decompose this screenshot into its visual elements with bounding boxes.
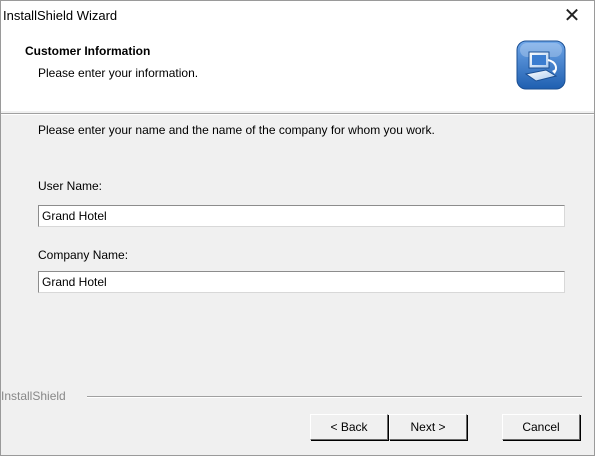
back-button[interactable]: < Back [310,414,388,440]
installshield-wizard-window: InstallShield Wizard ✕ Customer Informat… [0,0,595,456]
instructions-text: Please enter your name and the name of t… [38,123,435,137]
user-name-label: User Name: [38,179,103,193]
title-bar: InstallShield Wizard ✕ [1,1,594,31]
header-divider [1,113,594,115]
page-subtitle: Please enter your information. [38,66,199,80]
window-title: InstallShield Wizard [3,8,118,23]
company-name-field[interactable] [38,271,565,293]
cancel-button[interactable]: Cancel [502,414,580,440]
next-button[interactable]: Next > [389,414,467,440]
user-name-field[interactable] [38,205,565,227]
wizard-header: Customer Information Please enter your i… [1,31,594,111]
computer-install-icon [516,40,566,90]
company-name-label: Company Name: [38,248,129,262]
page-title: Customer Information [25,44,151,58]
close-icon[interactable]: ✕ [550,1,594,31]
footer-divider [87,396,582,398]
installshield-brand-label: InstallShield [1,389,66,403]
